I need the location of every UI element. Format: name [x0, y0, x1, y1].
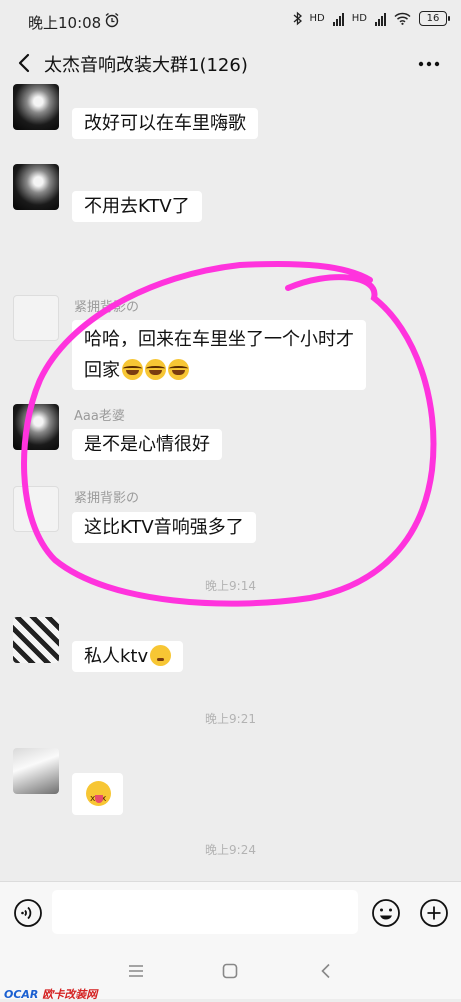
chat-title: 太杰音响改装大群1(126) [44, 55, 248, 76]
signal-icon-2 [375, 12, 386, 26]
signal-icon [332, 12, 344, 26]
message-text: 不用去KTV了 [84, 196, 190, 217]
sender-name: 紧拥背影の [74, 491, 140, 506]
status-bar: 晚上10:08 HD HD 16 [0, 0, 461, 40]
message-bubble[interactable]: 哈哈，回来在车里坐了一个小时才 回家 [72, 320, 366, 390]
battery-indicator: 16 [419, 11, 450, 26]
message-text: 哈哈，回来在车里坐了一个小时才 [84, 329, 354, 350]
input-bar [0, 881, 461, 942]
message-text: 改好可以在车里嗨歌 [84, 113, 246, 134]
avatar[interactable] [13, 617, 59, 663]
status-time: 晚上10:08 [28, 14, 102, 32]
message-text: 私人ktv [84, 646, 149, 667]
message-bubble[interactable]: 改好可以在车里嗨歌 [72, 108, 258, 139]
message-bubble[interactable]: 私人ktv [72, 641, 184, 672]
message-bubble[interactable]: 不用去KTV了 [72, 191, 202, 222]
wifi-icon [394, 12, 411, 25]
plus-circle-icon[interactable] [419, 898, 449, 928]
avatar[interactable] [13, 84, 59, 130]
timestamp: 晚上9:24 [205, 843, 256, 857]
network-label-1: HD [309, 13, 325, 24]
menu-icon[interactable] [126, 961, 146, 981]
thinking-emoji-icon [150, 645, 172, 666]
more-dots-icon[interactable] [415, 52, 443, 76]
voice-input-icon[interactable] [13, 898, 43, 928]
tongue-out-emoji-icon [86, 781, 111, 815]
network-label-2: HD [351, 13, 367, 24]
avatar[interactable] [13, 748, 59, 794]
message-bubble[interactable]: 是不是心情很好 [72, 429, 222, 460]
laugh-cry-emoji-icon [168, 359, 189, 380]
chevron-left-icon[interactable] [12, 48, 38, 78]
laugh-cry-emoji-icon [145, 359, 166, 380]
avatar[interactable] [13, 486, 59, 532]
back-nav-icon[interactable] [316, 961, 336, 981]
message-bubble[interactable] [72, 773, 123, 815]
status-indicators: HD HD 16 [293, 11, 450, 26]
home-icon[interactable] [220, 961, 240, 981]
alarm-clock-icon [105, 12, 119, 28]
message-text: 是不是心情很好 [84, 434, 210, 455]
message-input[interactable] [52, 890, 358, 934]
title-bar: 太杰音响改装大群1(126) [0, 40, 461, 86]
timestamp: 晚上9:21 [205, 712, 256, 726]
laugh-cry-emoji-icon [122, 359, 143, 380]
sender-name: 紧拥背影の [74, 300, 140, 315]
avatar[interactable] [13, 295, 59, 341]
message-text: 这比KTV音响强多了 [84, 517, 244, 538]
smiley-icon[interactable] [371, 898, 401, 928]
avatar[interactable] [13, 404, 59, 450]
message-text-line2: 回家 [84, 355, 354, 386]
avatar[interactable] [13, 164, 59, 210]
watermark: OCAR 欧卡改装网 [4, 988, 98, 1001]
timestamp: 晚上9:14 [205, 579, 256, 593]
bluetooth-icon [293, 11, 302, 26]
message-bubble[interactable]: 这比KTV音响强多了 [72, 512, 256, 543]
sender-name: Aaa老婆 [74, 409, 125, 424]
